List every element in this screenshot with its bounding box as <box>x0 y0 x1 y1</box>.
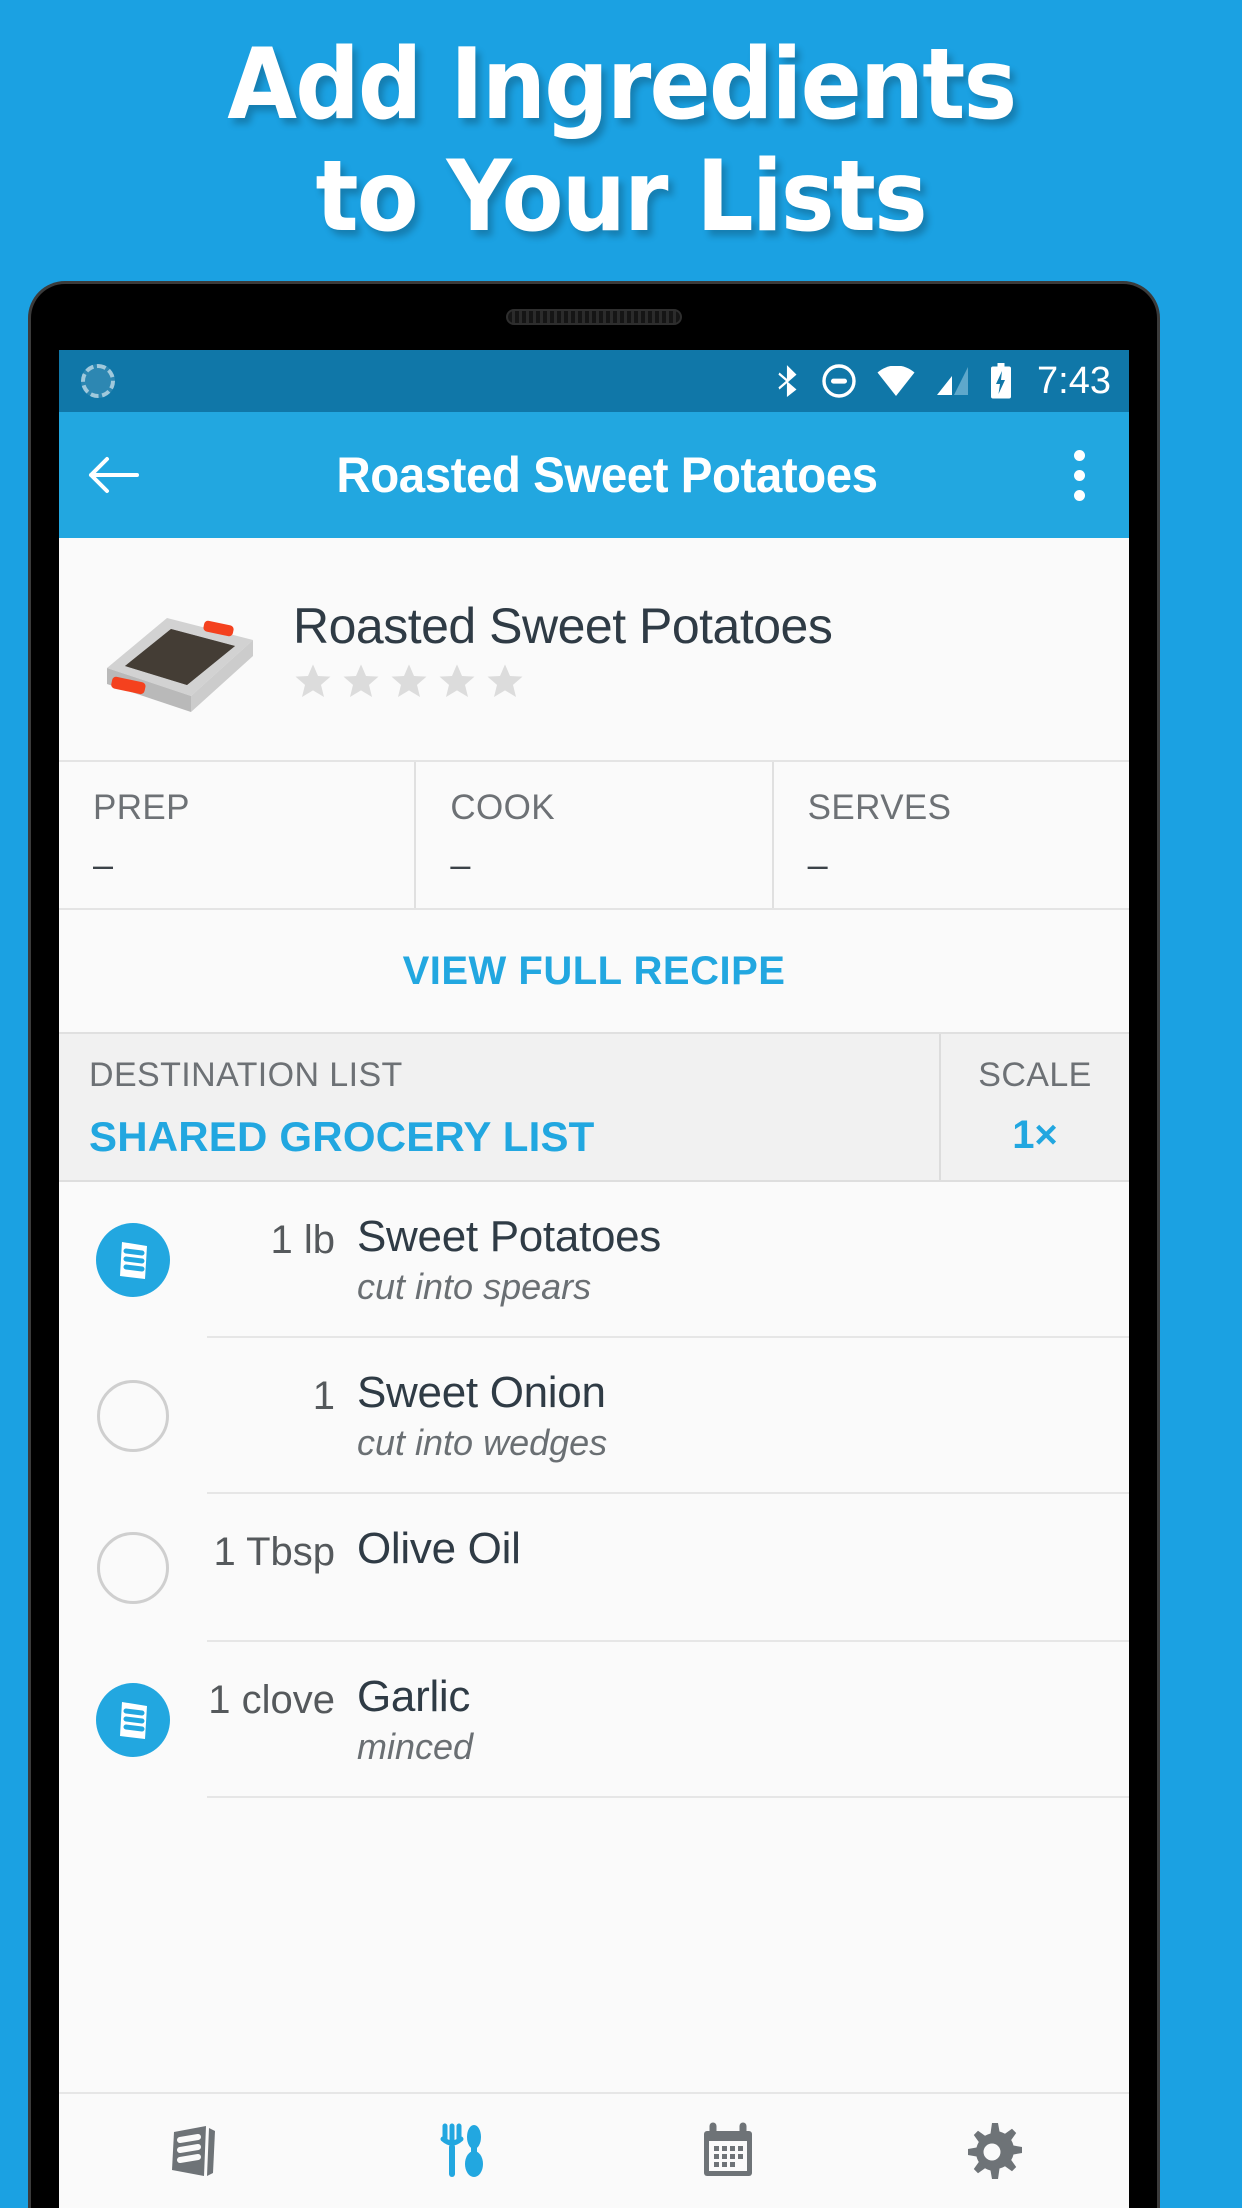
ingredient-name: Olive Oil <box>357 1524 521 1573</box>
ingredient-body: 1 Tbsp Olive Oil <box>207 1494 1129 1642</box>
meta-value: – <box>93 844 114 885</box>
ingredient-name: Sweet Potatoes <box>357 1212 661 1261</box>
nav-item-settings[interactable] <box>862 2120 1130 2182</box>
lists-icon[interactable] <box>162 2120 224 2182</box>
nav-item-calendar[interactable] <box>594 2120 862 2182</box>
ingredient-text: Garlic minced <box>357 1672 473 1768</box>
view-full-recipe-button[interactable]: VIEW FULL RECIPE <box>59 910 1129 1034</box>
star-icon[interactable] <box>437 661 477 701</box>
meta-cook: COOK – <box>414 762 771 908</box>
recipe-meta-row: PREP – COOK – SERVES – <box>59 762 1129 910</box>
promo-headline: Add Ingredients to Your Lists <box>0 0 1242 282</box>
star-icon[interactable] <box>293 661 333 701</box>
ingredient-quantity: 1 <box>312 1374 335 1418</box>
star-icon[interactable] <box>341 661 381 701</box>
status-bar-right: 7:43 <box>775 360 1111 403</box>
bluetooth-icon <box>778 365 797 397</box>
status-bar-left <box>81 364 775 398</box>
star-icon[interactable] <box>389 661 429 701</box>
list-item[interactable]: 1 Sweet Onion cut into wedges <box>59 1338 1129 1494</box>
ingredient-list: 1 lb Sweet Potatoes cut into spears 1 Sw… <box>59 1182 1129 1798</box>
ingredient-name: Sweet Onion <box>357 1368 606 1417</box>
calendar-icon[interactable] <box>697 2120 759 2182</box>
empty-circle-icon[interactable] <box>97 1380 169 1452</box>
recipes-icon[interactable] <box>429 2120 491 2182</box>
list-item[interactable]: 1 lb Sweet Potatoes cut into spears <box>59 1182 1129 1338</box>
baking-dish-icon <box>107 618 253 712</box>
recipe-hero: Roasted Sweet Potatoes <box>59 538 1129 762</box>
device-bezel-top <box>31 284 1157 350</box>
gear-icon[interactable] <box>964 2120 1026 2182</box>
ingredient-note: cut into spears <box>357 1266 592 1307</box>
destination-list-value: SHARED GROCERY LIST <box>89 1113 595 1160</box>
scale-value: 1× <box>1012 1113 1058 1157</box>
ingredient-quantity: 1 Tbsp <box>213 1530 335 1574</box>
meta-label: COOK <box>450 788 555 827</box>
ingredient-name: Garlic <box>357 1672 471 1721</box>
ingredient-checkbox-checked[interactable] <box>59 1642 207 1798</box>
rating-stars[interactable] <box>293 661 832 701</box>
ingredient-body: 1 clove Garlic minced <box>207 1642 1129 1798</box>
meta-label: PREP <box>93 788 190 827</box>
destination-scale-row: DESTINATION LIST SHARED GROCERY LIST SCA… <box>59 1034 1129 1182</box>
promo-headline-line1: Add Ingredients <box>226 28 1017 142</box>
empty-circle-icon[interactable] <box>97 1532 169 1604</box>
ingredient-body: 1 lb Sweet Potatoes cut into spears <box>207 1182 1129 1338</box>
bottom-navigation-bar <box>59 2092 1129 2208</box>
meta-prep: PREP – <box>59 762 414 908</box>
list-added-icon[interactable] <box>96 1683 170 1757</box>
cell-signal-icon <box>937 367 969 395</box>
meta-label: SERVES <box>807 788 952 827</box>
star-icon[interactable] <box>485 661 525 701</box>
recipe-hero-text: Roasted Sweet Potatoes <box>293 597 833 701</box>
page-title: Roasted Sweet Potatoes <box>336 447 878 503</box>
nav-item-recipes[interactable] <box>327 2120 595 2182</box>
meta-serves: SERVES – <box>771 762 1129 908</box>
list-item[interactable]: 1 clove Garlic minced <box>59 1642 1129 1798</box>
nav-item-lists[interactable] <box>59 2120 327 2182</box>
ingredient-checkbox-checked[interactable] <box>59 1182 207 1338</box>
ingredient-text: Sweet Onion cut into wedges <box>357 1368 607 1464</box>
wifi-icon <box>877 366 915 396</box>
ingredient-note: cut into wedges <box>357 1422 608 1463</box>
ingredient-body: 1 Sweet Onion cut into wedges <box>207 1338 1129 1494</box>
recipe-title: Roasted Sweet Potatoes <box>293 598 833 654</box>
destination-list-selector[interactable]: DESTINATION LIST SHARED GROCERY LIST <box>59 1034 941 1180</box>
ingredient-note: minced <box>357 1726 474 1767</box>
list-added-icon[interactable] <box>96 1223 170 1297</box>
ingredient-text: Sweet Potatoes cut into spears <box>357 1212 661 1308</box>
battery-charging-icon <box>991 363 1012 399</box>
list-item[interactable]: 1 Tbsp Olive Oil <box>59 1494 1129 1642</box>
do-not-disturb-icon <box>822 364 856 398</box>
scale-selector[interactable]: SCALE 1× <box>941 1034 1129 1180</box>
phone-screen: 7:43 Roasted Sweet Potatoes Roasted Swee… <box>59 350 1129 2208</box>
promo-headline-line2: to Your Lists <box>315 140 928 254</box>
ingredient-text: Olive Oil <box>357 1524 521 1574</box>
device-frame: 7:43 Roasted Sweet Potatoes Roasted Swee… <box>31 284 1157 2208</box>
status-bar: 7:43 <box>59 350 1129 412</box>
destination-list-label: DESTINATION LIST <box>89 1056 403 1094</box>
sync-icon <box>81 364 115 398</box>
app-bar: Roasted Sweet Potatoes <box>59 412 1129 538</box>
scale-label: SCALE <box>978 1056 1092 1094</box>
view-full-recipe-label: VIEW FULL RECIPE <box>402 948 786 993</box>
ingredient-checkbox-unchecked[interactable] <box>59 1338 207 1494</box>
meta-value: – <box>807 844 828 885</box>
ingredient-checkbox-unchecked[interactable] <box>59 1494 207 1642</box>
back-arrow-icon[interactable] <box>85 447 141 503</box>
overflow-menu-icon[interactable] <box>1073 449 1085 501</box>
meta-value: – <box>450 844 471 885</box>
ingredient-quantity: 1 clove <box>208 1678 335 1722</box>
earpiece-speaker <box>506 309 682 325</box>
status-bar-clock: 7:43 <box>1037 359 1111 402</box>
ingredient-quantity: 1 lb <box>270 1218 336 1262</box>
